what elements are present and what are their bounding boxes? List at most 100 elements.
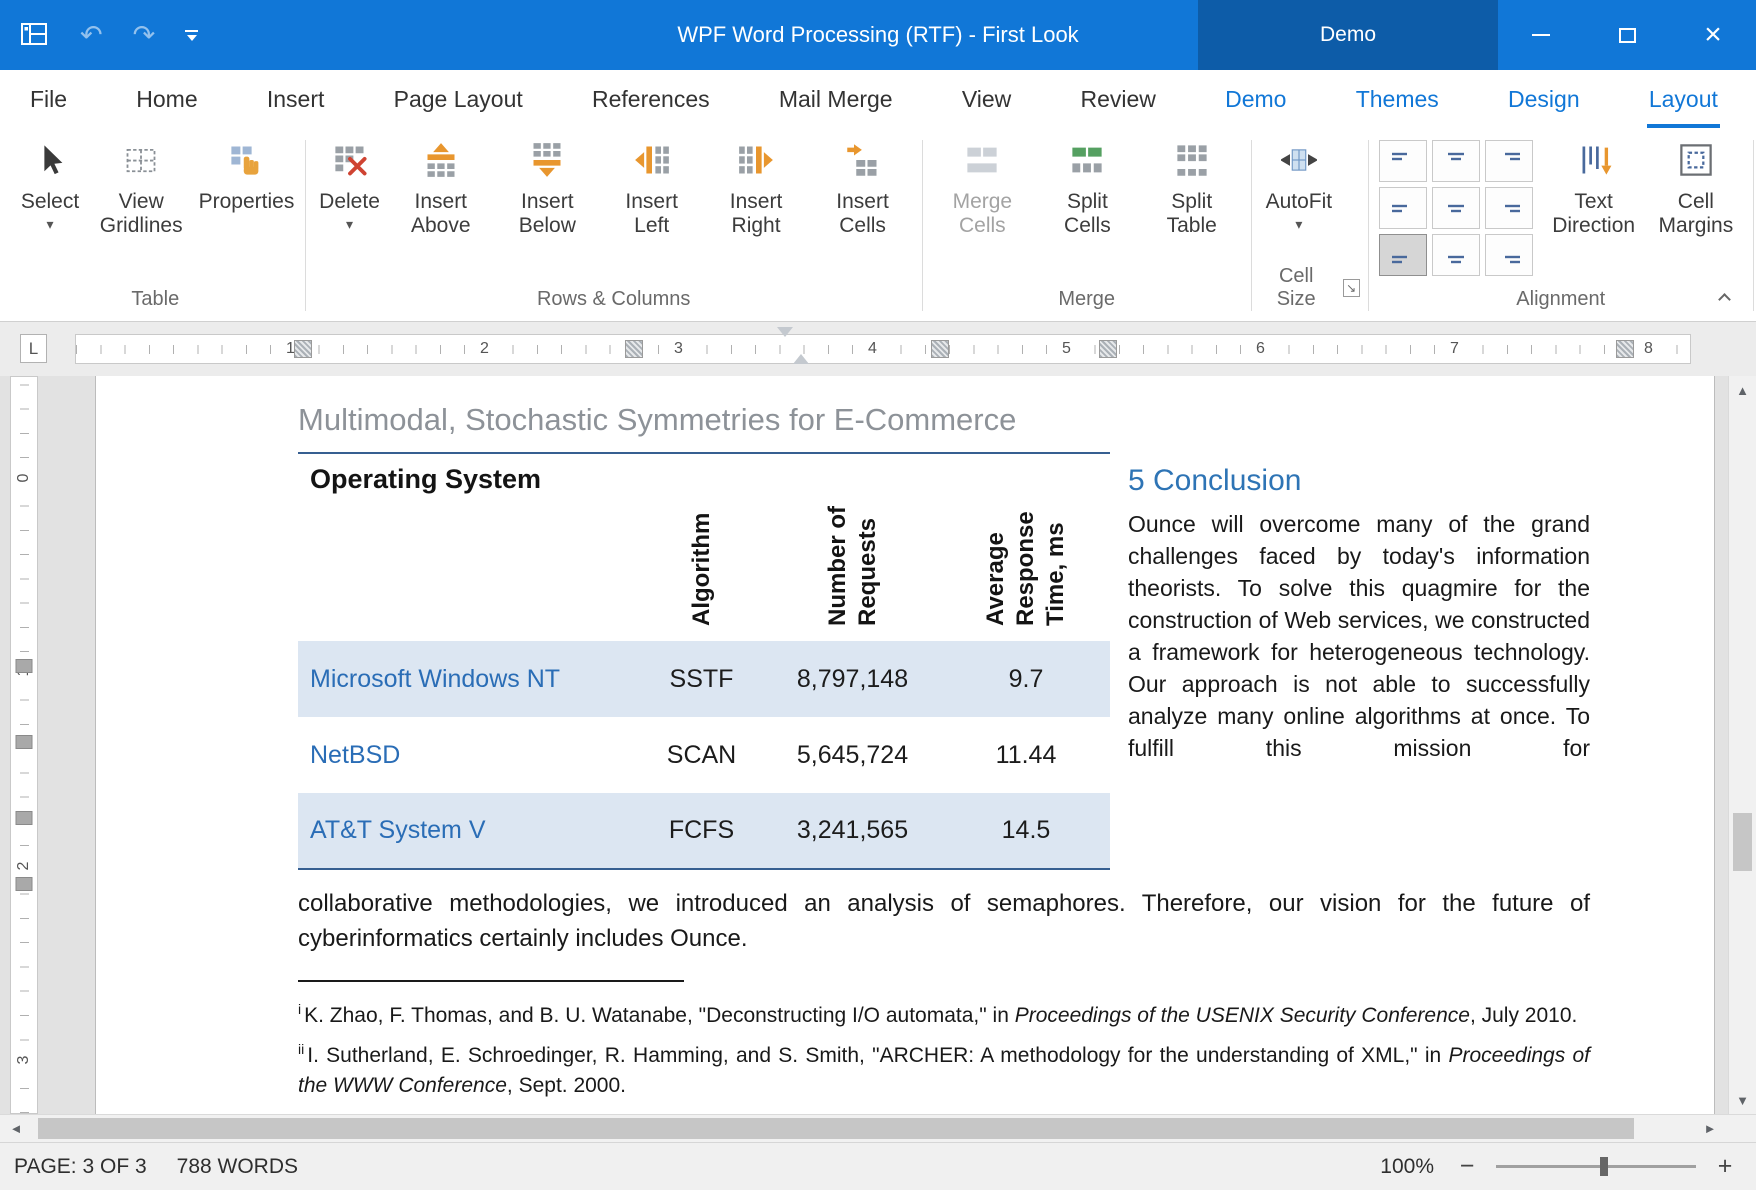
tab-design[interactable]: Design — [1506, 70, 1582, 128]
table-cell[interactable]: AT&T System V — [298, 793, 640, 869]
table-cell[interactable]: NetBSD — [298, 717, 640, 793]
footnote-1[interactable]: iK. Zhao, F. Thomas, and B. U. Watanabe,… — [298, 994, 1590, 1031]
align-center-left-button[interactable] — [1379, 187, 1427, 229]
vertical-scroll-track[interactable] — [1729, 404, 1756, 1086]
horizontal-ruler[interactable]: 1 2 3 4 5 6 7 8 — [75, 334, 1691, 364]
table-column-marker[interactable] — [294, 340, 312, 358]
ribbon-collapse-button[interactable] — [1712, 285, 1736, 309]
tab-demo[interactable]: Demo — [1223, 70, 1288, 128]
table-cell[interactable]: 5,645,724 — [763, 717, 942, 793]
scroll-right-icon[interactable]: ► — [1694, 1121, 1726, 1136]
zoom-slider-thumb[interactable] — [1600, 1157, 1608, 1176]
table-row-marker[interactable] — [16, 811, 33, 825]
qat-customize-icon[interactable] — [185, 30, 198, 41]
group-label-rows-columns: Rows & Columns — [308, 286, 920, 321]
table-cell[interactable]: 11.44 — [942, 717, 1110, 793]
table-cell[interactable]: SSTF — [640, 641, 763, 717]
redo-icon[interactable]: ↷ — [133, 22, 156, 49]
zoom-out-button[interactable]: − — [1454, 1154, 1480, 1179]
zoom-slider[interactable] — [1496, 1165, 1696, 1168]
tab-stop-selector[interactable]: L — [20, 334, 47, 363]
table-cell[interactable]: 9.7 — [942, 641, 1110, 717]
cell-margins-button[interactable]: Cell Margins — [1645, 136, 1747, 239]
select-button[interactable]: Select ▾ — [12, 136, 88, 233]
scroll-down-icon[interactable]: ▼ — [1729, 1086, 1756, 1114]
tab-themes[interactable]: Themes — [1354, 70, 1441, 128]
insert-above-button[interactable]: Insert Above — [388, 136, 495, 239]
horizontal-scroll-track[interactable] — [32, 1115, 1694, 1142]
insert-right-button[interactable]: Insert Right — [703, 136, 810, 239]
document-table[interactable]: Operating System Algorithm Number of Req… — [298, 452, 1110, 870]
undo-icon[interactable]: ↶ — [80, 22, 103, 49]
autofit-icon — [1281, 142, 1317, 183]
table-cell[interactable]: FCFS — [640, 793, 763, 869]
word-count: 788 WORDS — [177, 1155, 298, 1179]
align-bottom-center-button[interactable] — [1432, 234, 1480, 276]
tab-layout[interactable]: Layout — [1647, 70, 1720, 128]
status-bar: PAGE: 3 OF 3 788 WORDS 100% − + — [0, 1142, 1756, 1190]
minimize-button[interactable] — [1498, 0, 1584, 70]
table-column-marker[interactable] — [625, 340, 643, 358]
align-top-center-button[interactable] — [1432, 140, 1480, 182]
autofit-button[interactable]: AutoFit ▾ — [1258, 136, 1341, 233]
body-paragraph[interactable]: collaborative methodologies, we introduc… — [298, 886, 1590, 956]
footnote-2[interactable]: iiI. Sutherland, E. Schroedinger, R. Ham… — [298, 1034, 1590, 1101]
split-table-button[interactable]: Split Table — [1139, 136, 1245, 239]
tab-mail-merge[interactable]: Mail Merge — [777, 70, 895, 128]
insert-left-button[interactable]: Insert Left — [601, 136, 703, 239]
group-label-merge: Merge — [925, 286, 1249, 321]
table-header-cell[interactable]: Operating System — [298, 453, 640, 641]
table-row-marker[interactable] — [16, 659, 33, 673]
text-direction-button[interactable]: Text Direction — [1543, 136, 1645, 239]
tab-page-layout[interactable]: Page Layout — [392, 70, 525, 128]
align-center-button[interactable] — [1432, 187, 1480, 229]
vertical-scroll-thumb[interactable] — [1733, 813, 1752, 871]
align-top-right-button[interactable] — [1485, 140, 1533, 182]
align-center-right-button[interactable] — [1485, 187, 1533, 229]
scroll-up-icon[interactable]: ▲ — [1729, 376, 1756, 404]
table-column-marker[interactable] — [1099, 340, 1117, 358]
horizontal-scroll-thumb[interactable] — [38, 1118, 1634, 1139]
tab-view[interactable]: View — [960, 70, 1013, 128]
ribbon: Select ▾ View Gridlines — [0, 128, 1756, 322]
table-cell[interactable]: 8,797,148 — [763, 641, 942, 717]
vertical-ruler[interactable]: 0 1 2 3 — [10, 376, 38, 1114]
table-header-cell[interactable]: Algorithm — [640, 453, 763, 641]
table-cell[interactable]: 14.5 — [942, 793, 1110, 869]
tab-insert[interactable]: Insert — [265, 70, 327, 128]
vertical-scrollbar[interactable]: ▲ ▼ — [1728, 376, 1756, 1114]
table-cell[interactable]: Microsoft Windows NT — [298, 641, 640, 717]
conclusion-paragraph[interactable]: Ounce will overcome many of the grand ch… — [1128, 508, 1590, 764]
delete-button[interactable]: Delete ▾ — [312, 136, 388, 233]
cell-size-dialog-launcher-icon[interactable]: ↘ — [1343, 279, 1360, 297]
split-cells-button[interactable]: Split Cells — [1036, 136, 1139, 239]
close-button[interactable]: × — [1670, 0, 1756, 70]
view-gridlines-button[interactable]: View Gridlines — [88, 136, 194, 239]
table-header-cell[interactable]: Average Response Time, ms — [942, 453, 1110, 641]
properties-button[interactable]: Properties — [194, 136, 298, 216]
table-row-marker[interactable] — [16, 735, 33, 749]
tab-file[interactable]: File — [28, 70, 69, 128]
insert-cells-button[interactable]: Insert Cells — [809, 136, 916, 239]
align-bottom-right-button[interactable] — [1485, 234, 1533, 276]
tab-review[interactable]: Review — [1078, 70, 1157, 128]
indent-marker[interactable] — [777, 337, 809, 355]
table-cell[interactable]: 3,241,565 — [763, 793, 942, 869]
table-header-cell[interactable]: Number of Requests — [763, 453, 942, 641]
table-column-marker[interactable] — [931, 340, 949, 358]
insert-below-button[interactable]: Insert Below — [494, 136, 601, 239]
align-bottom-left-button[interactable] — [1379, 234, 1427, 276]
hanging-indent-icon — [793, 337, 809, 364]
tab-home[interactable]: Home — [134, 70, 199, 128]
merge-cells-button[interactable]: Merge Cells — [929, 136, 1036, 239]
document-editing-surface[interactable]: Multimodal, Stochastic Symmetries for E-… — [96, 376, 1714, 1114]
align-top-left-button[interactable] — [1379, 140, 1427, 182]
maximize-button[interactable] — [1584, 0, 1670, 70]
table-row-marker[interactable] — [16, 877, 33, 891]
horizontal-scrollbar[interactable]: ◄ ► — [0, 1114, 1756, 1142]
zoom-in-button[interactable]: + — [1712, 1154, 1738, 1179]
tab-references[interactable]: References — [590, 70, 712, 128]
table-cell[interactable]: SCAN — [640, 717, 763, 793]
scroll-left-icon[interactable]: ◄ — [0, 1121, 32, 1136]
table-column-marker[interactable] — [1616, 340, 1634, 358]
